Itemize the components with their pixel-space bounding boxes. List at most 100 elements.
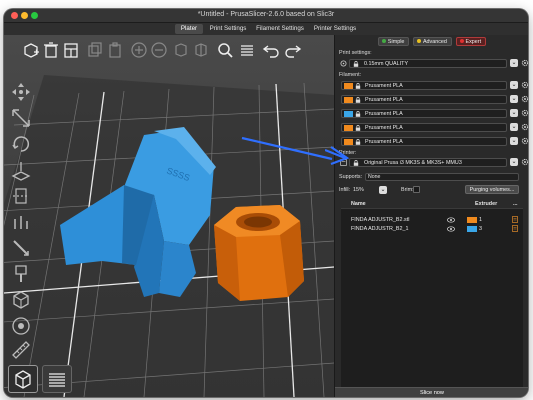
- filament-color-swatch: [344, 97, 353, 103]
- object-name: FINDA ADJUSTR_B2_1: [351, 226, 409, 232]
- printer-select[interactable]: Original Prusa i3 MK3S & MK3S+ MMU3: [349, 158, 507, 167]
- gizmo-toolbar: [8, 81, 36, 381]
- tab-filament-settings[interactable]: Filament Settings: [254, 24, 306, 34]
- paint-supports-icon[interactable]: [10, 211, 32, 233]
- tab-plater[interactable]: Plater: [175, 24, 203, 34]
- object-extruder[interactable]: 1: [479, 217, 482, 223]
- filament-color-swatch: [344, 111, 353, 117]
- printer-value: Original Prusa i3 MK3S & MK3S+ MMU3: [364, 160, 462, 166]
- print-settings-label: Print settings:: [339, 50, 372, 56]
- tab-printer-settings[interactable]: Printer Settings: [311, 24, 359, 34]
- edit-settings-icon[interactable]: [512, 216, 518, 223]
- filament-4-dropdown-button[interactable]: ⌄: [510, 123, 518, 131]
- title-bar: *Untitled - PrusaSlicer-2.6.0 based on S…: [4, 9, 528, 23]
- edit-settings-icon[interactable]: [512, 225, 518, 232]
- object-list: Name Extruder ... FINDA ADJUSTR_B2.stl 1…: [341, 199, 523, 389]
- lock-icon: [353, 61, 359, 67]
- filament-label: Filament:: [339, 72, 362, 78]
- add-instance-icon[interactable]: [130, 41, 148, 59]
- brim-checkbox[interactable]: [413, 186, 420, 193]
- printer-dropdown-button[interactable]: ⌄: [510, 158, 518, 166]
- mode-switcher: Simple Advanced Expert: [335, 37, 528, 47]
- annotation-arrowhead: [325, 146, 350, 166]
- hollow-icon[interactable]: [10, 289, 32, 311]
- remove-instance-icon[interactable]: [150, 41, 168, 59]
- column-more-header: ...: [513, 201, 518, 207]
- extruder-color-swatch: [467, 217, 477, 223]
- filament-select-1[interactable]: Prusament PLA: [341, 81, 507, 90]
- sla-supports-icon[interactable]: [10, 315, 32, 337]
- 3d-viewport[interactable]: SSSS: [4, 35, 334, 397]
- filament-2-gear-icon[interactable]: [521, 95, 528, 103]
- mode-advanced-button[interactable]: Advanced: [412, 37, 452, 46]
- filament-select-5[interactable]: Prusament PLA: [341, 137, 507, 146]
- filament-2-dropdown-button[interactable]: ⌄: [510, 95, 518, 103]
- mode-simple-button[interactable]: Simple: [377, 37, 410, 46]
- lock-icon: [355, 111, 361, 117]
- mode-expert-label: Expert: [465, 39, 482, 45]
- search-icon[interactable]: [216, 41, 234, 59]
- filament-1-dropdown-button[interactable]: ⌄: [510, 81, 518, 89]
- print-settings-dropdown-button[interactable]: ⌄: [510, 59, 518, 67]
- mode-expert-button[interactable]: Expert: [455, 37, 487, 46]
- lock-icon: [355, 97, 361, 103]
- copy-icon[interactable]: [86, 41, 104, 59]
- supports-select[interactable]: None: [365, 173, 519, 181]
- main-tabs: Plater Print Settings Filament Settings …: [4, 23, 528, 35]
- purging-volumes-button[interactable]: Purging volumes...: [465, 185, 519, 194]
- object-name: FINDA ADJUSTR_B2.stl: [351, 217, 410, 223]
- lock-icon: [355, 83, 361, 89]
- mode-simple-label: Simple: [387, 39, 405, 45]
- split-objects-icon[interactable]: [172, 41, 190, 59]
- preview-button[interactable]: [42, 365, 72, 393]
- filament-1-gear-icon[interactable]: [521, 81, 528, 89]
- mode-advanced-label: Advanced: [422, 39, 447, 45]
- scale-icon[interactable]: [10, 107, 32, 129]
- 3d-view-button[interactable]: [8, 365, 38, 393]
- filament-3-dropdown-button[interactable]: ⌄: [510, 109, 518, 117]
- delete-icon[interactable]: [42, 41, 60, 59]
- print-settings-select[interactable]: 0.15mm QUALITY: [349, 59, 507, 68]
- object-row[interactable]: FINDA ADJUSTR_B2.stl 1: [341, 216, 523, 224]
- measure-icon[interactable]: [10, 339, 32, 361]
- object-extruder[interactable]: 3: [479, 226, 482, 232]
- filament-3-gear-icon[interactable]: [521, 109, 528, 117]
- print-settings-gear-icon[interactable]: [521, 59, 528, 67]
- tab-print-settings[interactable]: Print Settings: [206, 24, 250, 34]
- split-parts-icon[interactable]: [192, 41, 210, 59]
- eye-icon[interactable]: [447, 217, 455, 223]
- redo-icon[interactable]: [284, 41, 302, 59]
- slice-now-button[interactable]: Slice now: [335, 387, 528, 397]
- place-on-face-icon[interactable]: [10, 159, 32, 181]
- undo-icon[interactable]: [262, 41, 280, 59]
- object-row[interactable]: FINDA ADJUSTR_B2_1 3: [341, 225, 523, 233]
- lock-icon: [355, 125, 361, 131]
- add-object-icon[interactable]: [22, 41, 40, 59]
- filament-name-4: Prusament PLA: [365, 125, 403, 131]
- delete-all-icon[interactable]: [62, 41, 80, 59]
- multimaterial-painting-icon[interactable]: [10, 263, 32, 285]
- filament-4-gear-icon[interactable]: [521, 123, 528, 131]
- brim-label: Brim:: [401, 187, 414, 193]
- print-settings-value: 0.15mm QUALITY: [364, 61, 409, 67]
- cut-icon[interactable]: [10, 185, 32, 207]
- move-icon[interactable]: [10, 81, 32, 103]
- infill-label: Infill:: [339, 187, 351, 193]
- filament-name-3: Prusament PLA: [365, 111, 403, 117]
- filament-select-2[interactable]: Prusament PLA: [341, 95, 507, 104]
- rotate-icon[interactable]: [10, 133, 32, 155]
- filament-select-4[interactable]: Prusament PLA: [341, 123, 507, 132]
- eye-icon[interactable]: [447, 226, 455, 232]
- paste-icon[interactable]: [106, 41, 124, 59]
- seam-painting-icon[interactable]: [10, 237, 32, 259]
- orange-part-model[interactable]: [214, 205, 304, 301]
- filament-name-2: Prusament PLA: [365, 97, 403, 103]
- layers-editing-icon[interactable]: [238, 41, 256, 59]
- view-switch: [8, 365, 74, 393]
- printer-gear-icon[interactable]: [521, 158, 528, 166]
- infill-dropdown-button[interactable]: ⌄: [379, 186, 387, 194]
- filament-5-gear-icon[interactable]: [521, 137, 528, 145]
- filament-select-3[interactable]: Prusament PLA: [341, 109, 507, 118]
- advanced-mode-dot-icon: [416, 39, 421, 43]
- filament-5-dropdown-button[interactable]: ⌄: [510, 137, 518, 145]
